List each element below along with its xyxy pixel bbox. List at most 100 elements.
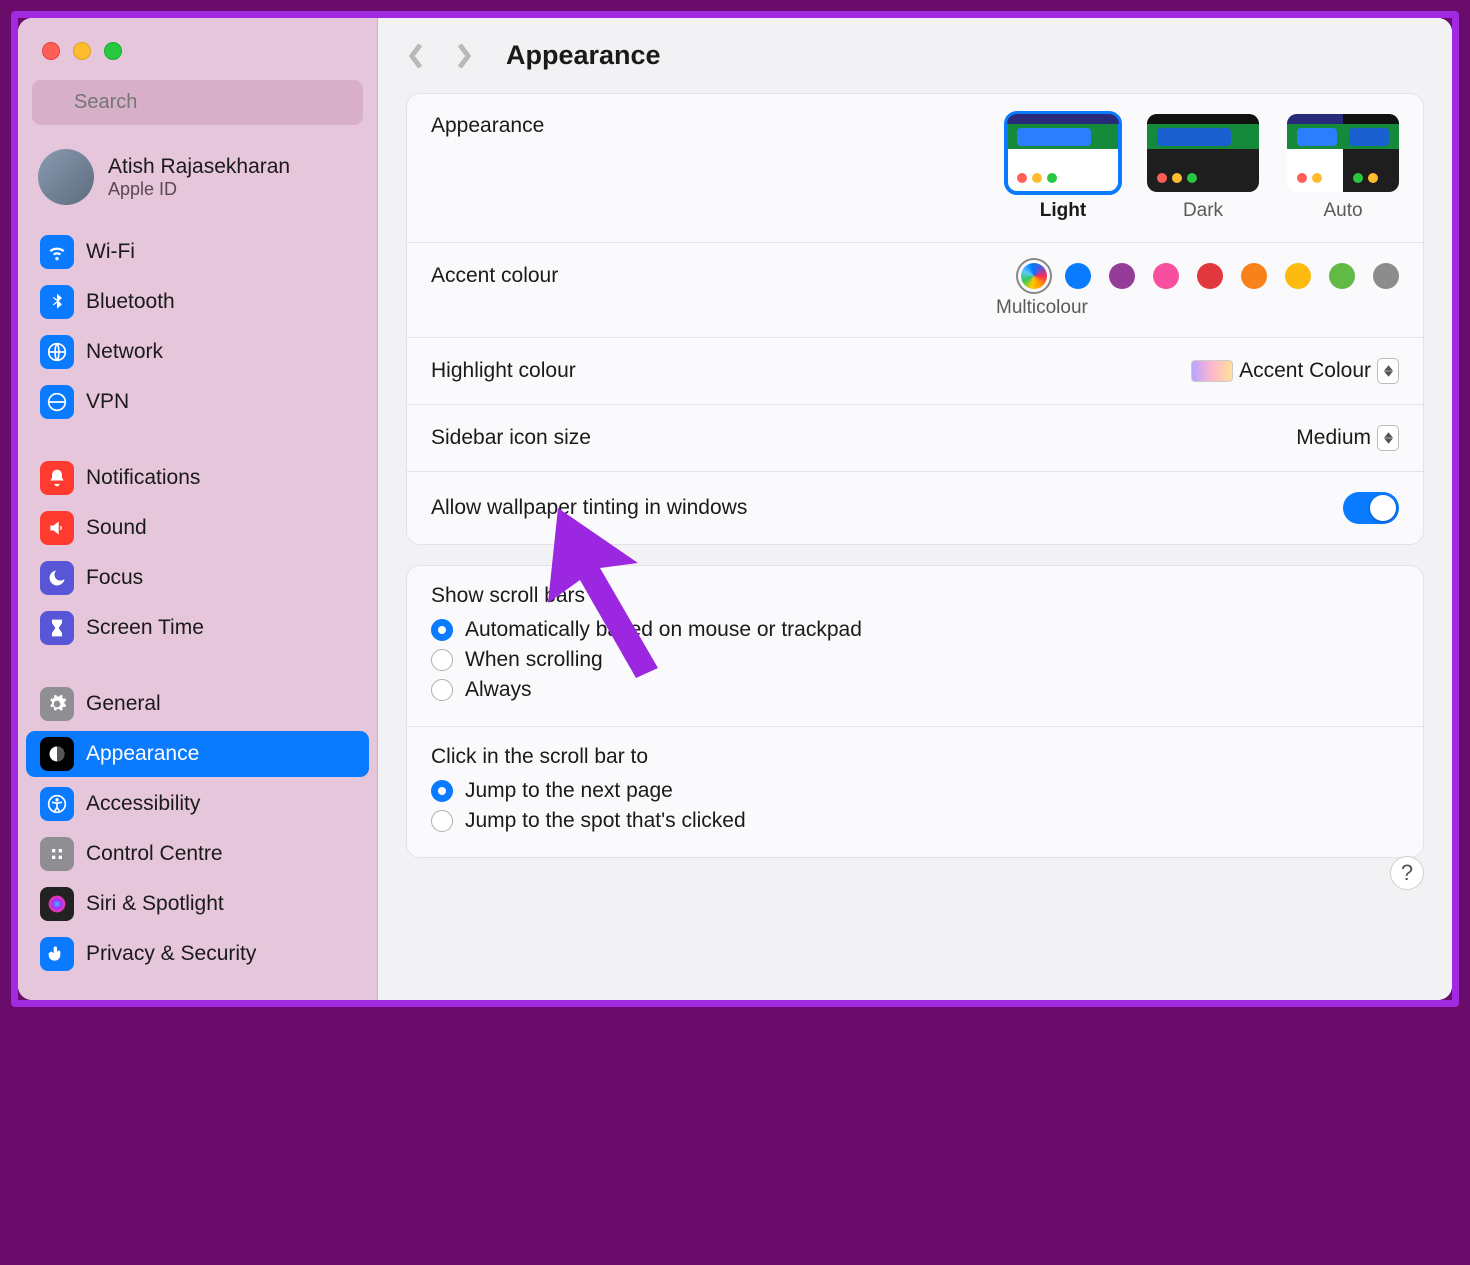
radio-label: When scrolling — [465, 648, 603, 672]
sidebar-item-label: Bluetooth — [86, 290, 175, 314]
highlight-select[interactable]: Accent Colour — [1191, 358, 1399, 384]
scrollbars-option-2[interactable]: Always — [431, 678, 1399, 702]
speaker-icon — [40, 511, 74, 545]
appearance-option-label: Dark — [1147, 200, 1259, 222]
accent-red[interactable] — [1197, 263, 1223, 289]
accent-orange[interactable] — [1241, 263, 1267, 289]
sidebar-item-control-centre[interactable]: Control Centre — [26, 831, 369, 877]
sidebar-item-label: Screen Time — [86, 616, 204, 640]
appearance-option-label: Auto — [1287, 200, 1399, 222]
accessibility-icon — [40, 787, 74, 821]
sidebar-item-vpn[interactable]: VPN — [26, 379, 369, 425]
accent-multicolour[interactable] — [1021, 263, 1047, 289]
sidebar-item-wi-fi[interactable]: Wi-Fi — [26, 229, 369, 275]
wifi-icon — [40, 235, 74, 269]
sidebar-item-siri-spotlight[interactable]: Siri & Spotlight — [26, 881, 369, 927]
accent-label: Accent colour — [431, 264, 558, 288]
highlight-value: Accent Colour — [1239, 359, 1371, 383]
sidebar-item-label: Control Centre — [86, 842, 223, 866]
scrollbars-title: Show scroll bars — [431, 584, 1399, 608]
bluetooth-icon — [40, 285, 74, 319]
radio-icon — [431, 780, 453, 802]
radio-label: Jump to the next page — [465, 779, 673, 803]
panel-appearance: Appearance Light Dark Auto Accent colour — [406, 93, 1424, 545]
highlight-label: Highlight colour — [431, 359, 576, 383]
sidebar-item-accessibility[interactable]: Accessibility — [26, 781, 369, 827]
sidebar-item-label: VPN — [86, 390, 129, 414]
header: Appearance — [406, 40, 1424, 71]
sidebar-item-label: Accessibility — [86, 792, 200, 816]
sidebar-item-appearance[interactable]: Appearance — [26, 731, 369, 777]
forward-button[interactable] — [454, 42, 474, 70]
sidebar-item-label: Appearance — [86, 742, 199, 766]
radio-icon — [431, 649, 453, 671]
scrollclick-title: Click in the scroll bar to — [431, 745, 1399, 769]
profile-name: Atish Rajasekharan — [108, 155, 290, 179]
scrollbars-option-0[interactable]: Automatically based on mouse or trackpad — [431, 618, 1399, 642]
siri-icon — [40, 887, 74, 921]
scrollbars-option-1[interactable]: When scrolling — [431, 648, 1399, 672]
appearance-option-light[interactable]: Light — [1007, 114, 1119, 222]
search-box — [32, 80, 363, 125]
appearance-option-label: Light — [1007, 200, 1119, 222]
sidebar-nav: Wi-Fi Bluetooth Network VPN Notifications Sou… — [18, 225, 377, 1000]
highlight-swatch-icon — [1191, 360, 1233, 382]
accent-purple[interactable] — [1109, 263, 1135, 289]
sidebar-item-notifications[interactable]: Notifications — [26, 455, 369, 501]
sidebar-item-label: Notifications — [86, 466, 200, 490]
appearance-options: Light Dark Auto — [1007, 114, 1399, 222]
appearance-label: Appearance — [431, 114, 544, 138]
sidebar-item-label: Privacy & Security — [86, 942, 256, 966]
accent-graphite[interactable] — [1373, 263, 1399, 289]
bell-icon — [40, 461, 74, 495]
profile[interactable]: Atish Rajasekharan Apple ID — [18, 135, 377, 225]
gear-icon — [40, 687, 74, 721]
sidebar-item-label: Siri & Spotlight — [86, 892, 224, 916]
panel-scroll: Show scroll bars Automatically based on … — [406, 565, 1424, 858]
close-button[interactable] — [42, 42, 60, 60]
sidebar-item-focus[interactable]: Focus — [26, 555, 369, 601]
maximize-button[interactable] — [104, 42, 122, 60]
appearance-option-dark[interactable]: Dark — [1147, 114, 1259, 222]
radio-label: Always — [465, 678, 532, 702]
moon-icon — [40, 561, 74, 595]
accent-pink[interactable] — [1153, 263, 1179, 289]
help-button[interactable]: ? — [1390, 856, 1424, 890]
accent-caption: Multicolour — [996, 297, 1088, 319]
profile-sub: Apple ID — [108, 179, 290, 200]
sidebar-item-label: Wi-Fi — [86, 240, 135, 264]
scrollclick-option-1[interactable]: Jump to the spot that's clicked — [431, 809, 1399, 833]
search-input[interactable] — [32, 80, 363, 125]
window-controls — [18, 26, 377, 60]
sidebar-item-label: Sound — [86, 516, 147, 540]
hourglass-icon — [40, 611, 74, 645]
network-icon — [40, 335, 74, 369]
radio-label: Jump to the spot that's clicked — [465, 809, 746, 833]
stepper-icon — [1377, 358, 1399, 384]
control-icon — [40, 837, 74, 871]
radio-icon — [431, 619, 453, 641]
settings-window: Atish Rajasekharan Apple ID Wi-Fi Bluetoo… — [18, 18, 1452, 1000]
sidebar-item-screen-time[interactable]: Screen Time — [26, 605, 369, 651]
tinting-label: Allow wallpaper tinting in windows — [431, 496, 747, 520]
sidebar-item-network[interactable]: Network — [26, 329, 369, 375]
sidebar-size-select[interactable]: Medium — [1296, 425, 1399, 451]
minimize-button[interactable] — [73, 42, 91, 60]
sidebar-item-bluetooth[interactable]: Bluetooth — [26, 279, 369, 325]
avatar — [38, 149, 94, 205]
content: Appearance Appearance Light Dark Auto Ac… — [378, 18, 1452, 1000]
radio-icon — [431, 679, 453, 701]
scrollclick-option-0[interactable]: Jump to the next page — [431, 779, 1399, 803]
back-button[interactable] — [406, 42, 426, 70]
accent-blue[interactable] — [1065, 263, 1091, 289]
tinting-toggle[interactable] — [1343, 492, 1399, 524]
sidebar-item-label: Focus — [86, 566, 143, 590]
accent-yellow[interactable] — [1285, 263, 1311, 289]
stepper-icon — [1377, 425, 1399, 451]
appearance-option-auto[interactable]: Auto — [1287, 114, 1399, 222]
sidebar-item-general[interactable]: General — [26, 681, 369, 727]
sidebar-item-sound[interactable]: Sound — [26, 505, 369, 551]
accent-green[interactable] — [1329, 263, 1355, 289]
sidebar-item-privacy-security[interactable]: Privacy & Security — [26, 931, 369, 977]
sidebar-size-label: Sidebar icon size — [431, 426, 591, 450]
